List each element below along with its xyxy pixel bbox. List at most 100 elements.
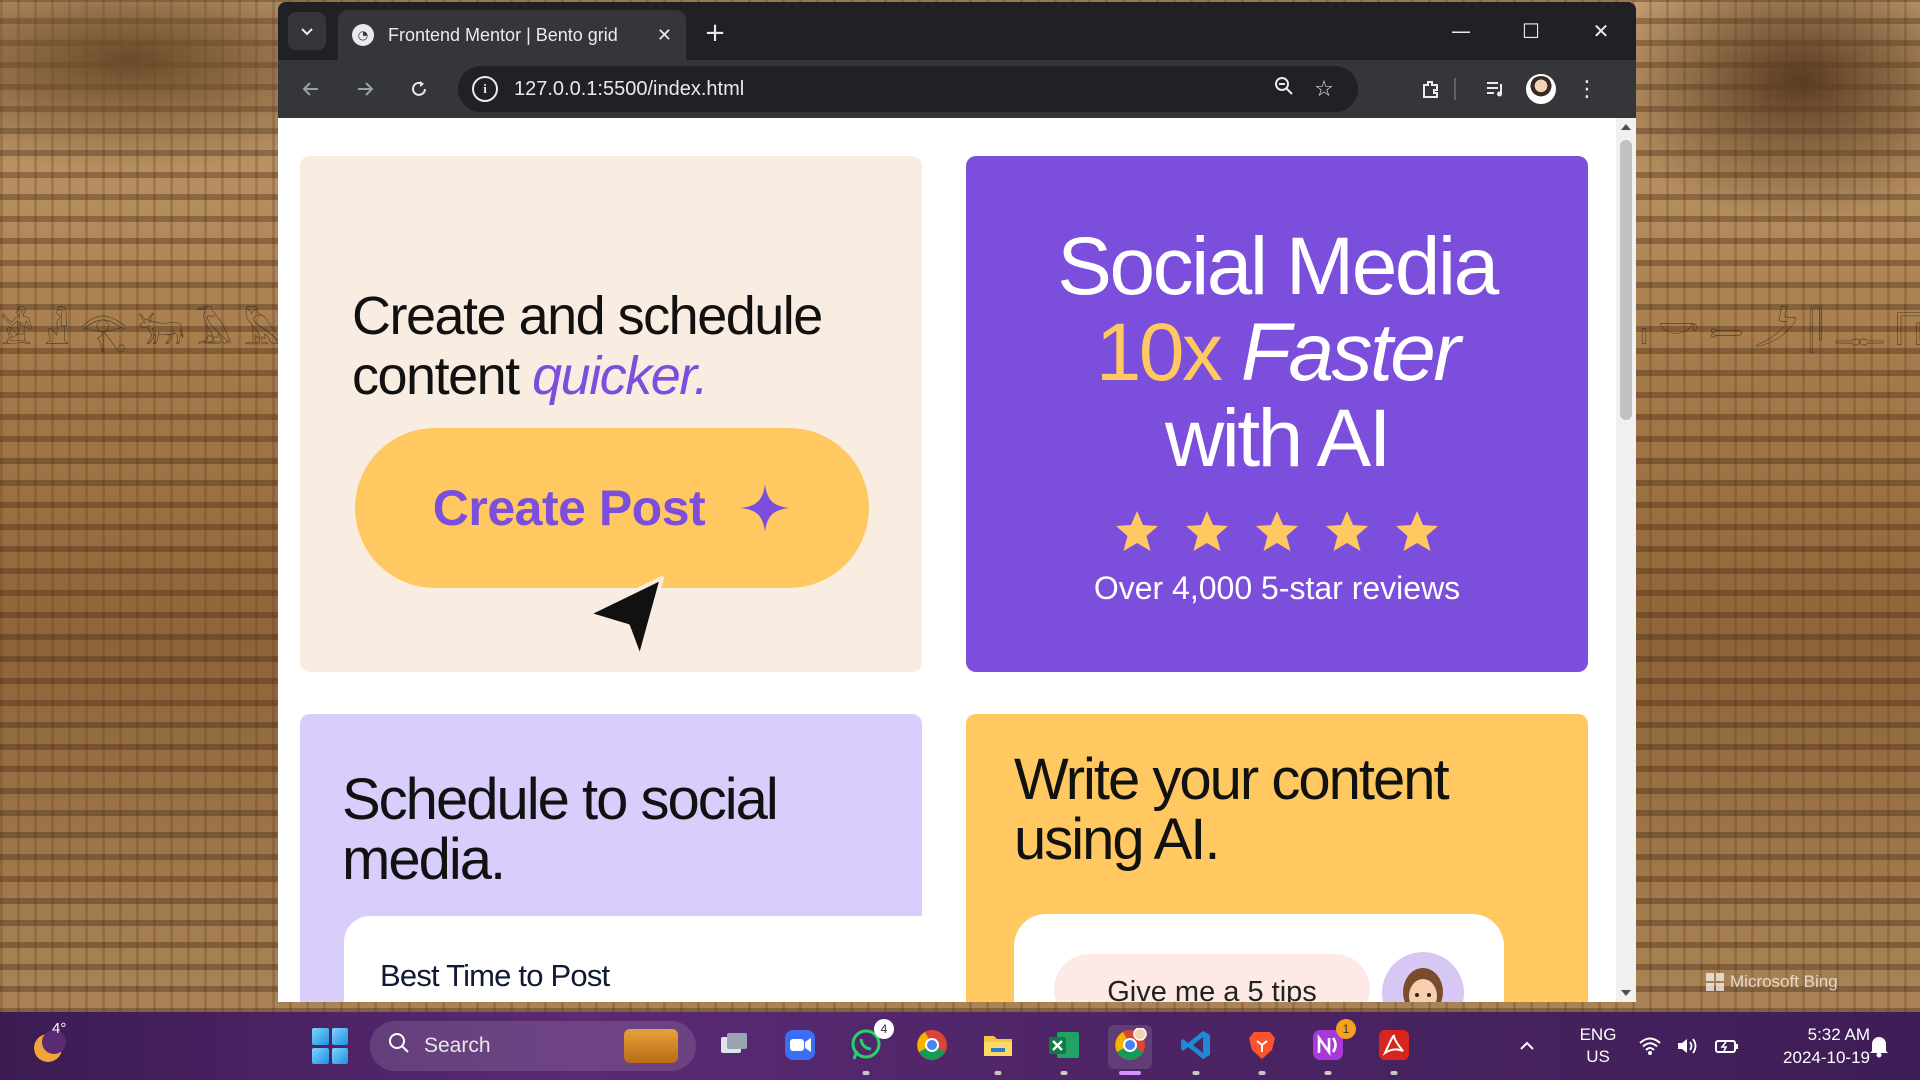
taskbar-app-file-explorer[interactable] xyxy=(976,1025,1020,1075)
search-icon xyxy=(388,1032,410,1060)
reload-button[interactable] xyxy=(400,70,438,108)
write-heading: Write your content using AI. xyxy=(1014,747,1450,872)
running-indicator xyxy=(1324,1071,1332,1075)
notification-badge: 1 xyxy=(1336,1019,1356,1039)
chevron-up-icon xyxy=(1520,1041,1534,1050)
star-icon xyxy=(1326,511,1368,551)
media-controls-icon[interactable] xyxy=(1476,70,1514,108)
windows-start-icon[interactable] xyxy=(312,1028,348,1064)
arrow-right-icon xyxy=(358,82,374,96)
taskbar-app-chrome[interactable] xyxy=(910,1025,954,1069)
sparkle-icon xyxy=(741,484,790,532)
scroll-down-arrow-icon[interactable] xyxy=(1621,990,1631,996)
weather-temperature: 4° xyxy=(52,1020,67,1037)
best-time-card: Best Time to Post xyxy=(344,916,922,1002)
create-heading-prefix: content xyxy=(352,346,533,406)
running-indicator xyxy=(1119,1071,1141,1075)
tab-strip: ◔ Frontend Mentor | Bento grid ✕ + — ☐ ✕ xyxy=(278,2,1636,60)
chat-card: Give me a 5 tips xyxy=(1014,914,1504,1002)
wallpaper-hieroglyphs-left: 𓀀𓁐𓂀𓃒𓄿𓅓𓆣𓇯𓈖𓉐𓊪𓋹𓌂𓍯𓎛𓏏𓀭𓁹𓂋𓃀𓄂𓅱𓆓𓇋𓈎𓉔𓊃𓋴𓌳𓍿𓎡𓏤 xyxy=(0,309,278,353)
arrow-left-icon xyxy=(302,82,318,96)
frontend-mentor-icon: ◔ xyxy=(352,24,374,46)
show-hidden-icons[interactable] xyxy=(1518,1012,1536,1080)
back-button[interactable] xyxy=(292,70,330,108)
cursor-pointer-icon xyxy=(586,576,664,660)
maximize-button[interactable]: ☐ xyxy=(1496,2,1566,60)
bell-icon xyxy=(1870,1037,1888,1058)
site-info-icon[interactable]: i xyxy=(472,76,498,102)
schedule-heading: Schedule to social media. xyxy=(342,767,779,892)
best-time-label: Best Time to Post xyxy=(380,958,610,993)
scroll-thumb[interactable] xyxy=(1620,140,1632,420)
file-explorer-icon xyxy=(981,1028,1015,1066)
notifications-button[interactable] xyxy=(1868,1012,1890,1080)
taskbar-search[interactable]: Search xyxy=(370,1021,696,1071)
bookmark-star-icon[interactable]: ☆ xyxy=(1304,77,1344,102)
social-media-card: Social Media 10x Faster with AI Over 4,0… xyxy=(966,156,1588,672)
chat-prompt-text: Give me a 5 tips xyxy=(1107,976,1317,1002)
create-post-label: Create Post xyxy=(432,480,706,536)
extensions-icon[interactable] xyxy=(1412,70,1450,108)
system-tray[interactable] xyxy=(1638,1012,1740,1080)
star-icon xyxy=(1256,511,1298,551)
tab-search-button[interactable] xyxy=(288,12,326,50)
reviews-text: Over 4,000 5-star reviews xyxy=(1093,570,1461,606)
language-indicator[interactable]: ENG US xyxy=(1574,1012,1622,1080)
running-indicator xyxy=(1192,1071,1200,1075)
clock-date: 2024-10-19 xyxy=(1783,1048,1870,1067)
minimize-button[interactable]: — xyxy=(1426,2,1496,60)
clock[interactable]: 5:32 AM 2024-10-19 xyxy=(1746,1012,1870,1080)
close-button[interactable]: ✕ xyxy=(1566,2,1636,60)
browser-toolbar: i 127.0.0.1:5500/index.html ☆ ⋮ xyxy=(278,60,1636,118)
kebab-menu-icon[interactable]: ⋮ xyxy=(1568,70,1606,108)
search-highlight-icon xyxy=(624,1029,678,1063)
write-ai-card: Write your content using AI. Give me a 5… xyxy=(966,714,1588,1002)
battery-charging-icon xyxy=(1715,1040,1738,1053)
new-tab-button[interactable]: + xyxy=(698,16,732,50)
social-title-accent: 10x xyxy=(1095,307,1223,398)
tab-close-icon[interactable]: ✕ xyxy=(657,25,672,46)
browser-window: ◔ Frontend Mentor | Bento grid ✕ + — ☐ ✕… xyxy=(278,2,1636,1002)
taskbar-app-zoom[interactable] xyxy=(778,1025,822,1069)
taskbar: 4° Search 4 1 ENG US 5:32 AM 2024-10-19 xyxy=(0,1012,1920,1080)
create-card-heading: Create and schedule content quicker. xyxy=(352,286,912,406)
taskbar-app-vscode[interactable] xyxy=(1174,1025,1218,1075)
taskbar-app-task-view[interactable] xyxy=(712,1025,756,1069)
create-post-button[interactable]: Create Post xyxy=(355,428,869,588)
taskbar-app-excel[interactable] xyxy=(1042,1025,1086,1075)
chrome-profile-icon xyxy=(1113,1027,1147,1066)
search-label: Search xyxy=(424,1034,491,1057)
acrobat-icon xyxy=(1377,1028,1411,1066)
create-heading-line1: Create and schedule xyxy=(352,286,823,346)
url-text[interactable]: 127.0.0.1:5500/index.html xyxy=(514,78,1264,101)
star-rating xyxy=(966,508,1588,556)
taskbar-app-whatsapp[interactable]: 4 xyxy=(844,1019,894,1075)
brave-icon xyxy=(1245,1028,1279,1066)
region-code: US xyxy=(1586,1047,1610,1066)
running-indicator xyxy=(1390,1071,1398,1075)
zoom-icon[interactable] xyxy=(1264,75,1304,103)
scroll-up-arrow-icon[interactable] xyxy=(1621,124,1631,130)
profile-button[interactable] xyxy=(1522,70,1560,108)
excel-icon xyxy=(1047,1028,1081,1066)
forward-button[interactable] xyxy=(346,70,384,108)
bing-logo-icon xyxy=(1706,973,1724,991)
toolbar-divider xyxy=(1454,78,1456,100)
vscode-icon xyxy=(1179,1028,1213,1066)
taskbar-app-brave[interactable] xyxy=(1240,1025,1284,1075)
chat-bubble: Give me a 5 tips xyxy=(1054,954,1370,1002)
social-title-italic: Faster xyxy=(1240,307,1461,398)
address-bar[interactable]: i 127.0.0.1:5500/index.html ☆ xyxy=(458,66,1358,112)
star-icon xyxy=(1116,511,1158,551)
chevron-down-icon xyxy=(301,28,313,36)
create-heading-emphasis: quicker. xyxy=(532,346,709,406)
page-scrollbar[interactable] xyxy=(1616,118,1636,1002)
taskbar-app-chrome-profile[interactable] xyxy=(1108,1025,1152,1075)
avatar xyxy=(1526,74,1556,104)
taskbar-app-notion-ai[interactable]: 1 xyxy=(1306,1019,1356,1075)
browser-tab[interactable]: ◔ Frontend Mentor | Bento grid ✕ xyxy=(338,10,686,60)
star-icon xyxy=(1396,511,1438,551)
window-controls: — ☐ ✕ xyxy=(1426,2,1636,60)
notification-badge: 4 xyxy=(874,1019,894,1039)
taskbar-app-acrobat[interactable] xyxy=(1372,1025,1416,1075)
